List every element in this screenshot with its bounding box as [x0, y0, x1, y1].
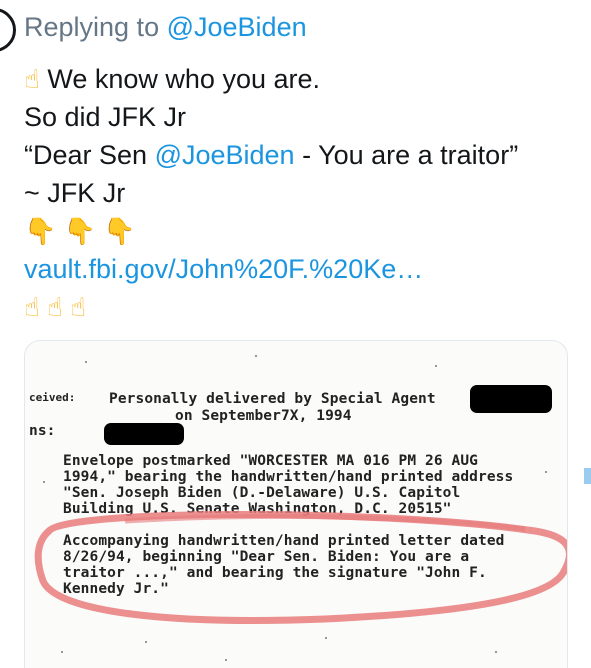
- quote-open: “Dear Sen: [24, 140, 155, 170]
- replying-to-prefix: Replying to: [24, 12, 160, 42]
- tweet-line-2: So did JFK Jr: [24, 102, 187, 132]
- scrollbar-thumb[interactable]: [584, 468, 591, 484]
- point-up-emoji: ☝: [24, 64, 40, 94]
- point-down-emojis: 👇 👇 👇: [24, 216, 136, 246]
- tweet-line-1: We know who you are.: [47, 64, 320, 94]
- tweet-signoff: ~ JFK Jr: [24, 178, 126, 208]
- replying-to: Replying to @JoeBiden: [24, 12, 307, 43]
- replying-to-handle[interactable]: @JoeBiden: [167, 12, 307, 42]
- victory-emojis: ☝ ☝ ☝: [24, 292, 86, 322]
- fbi-document-image: ceived: ns: Personally delivered by Spec…: [25, 341, 567, 668]
- previous-tweet-edge: [60, 0, 440, 2]
- quote-close: - You are a traitor”: [294, 140, 519, 170]
- tweet-text: ☝ We know who you are. So did JFK Jr “De…: [24, 60, 518, 326]
- fbi-vault-link[interactable]: vault.fbi.gov/John%20F.%20Ke…: [24, 250, 518, 288]
- quote-mention-link[interactable]: @JoeBiden: [155, 140, 295, 170]
- media-card[interactable]: ceived: ns: Personally delivered by Spec…: [24, 340, 568, 668]
- avatar[interactable]: [0, 8, 16, 52]
- red-circle-annotation: [34, 511, 567, 624]
- tweet-quote-line: “Dear Sen @JoeBiden - You are a traitor”: [24, 136, 518, 174]
